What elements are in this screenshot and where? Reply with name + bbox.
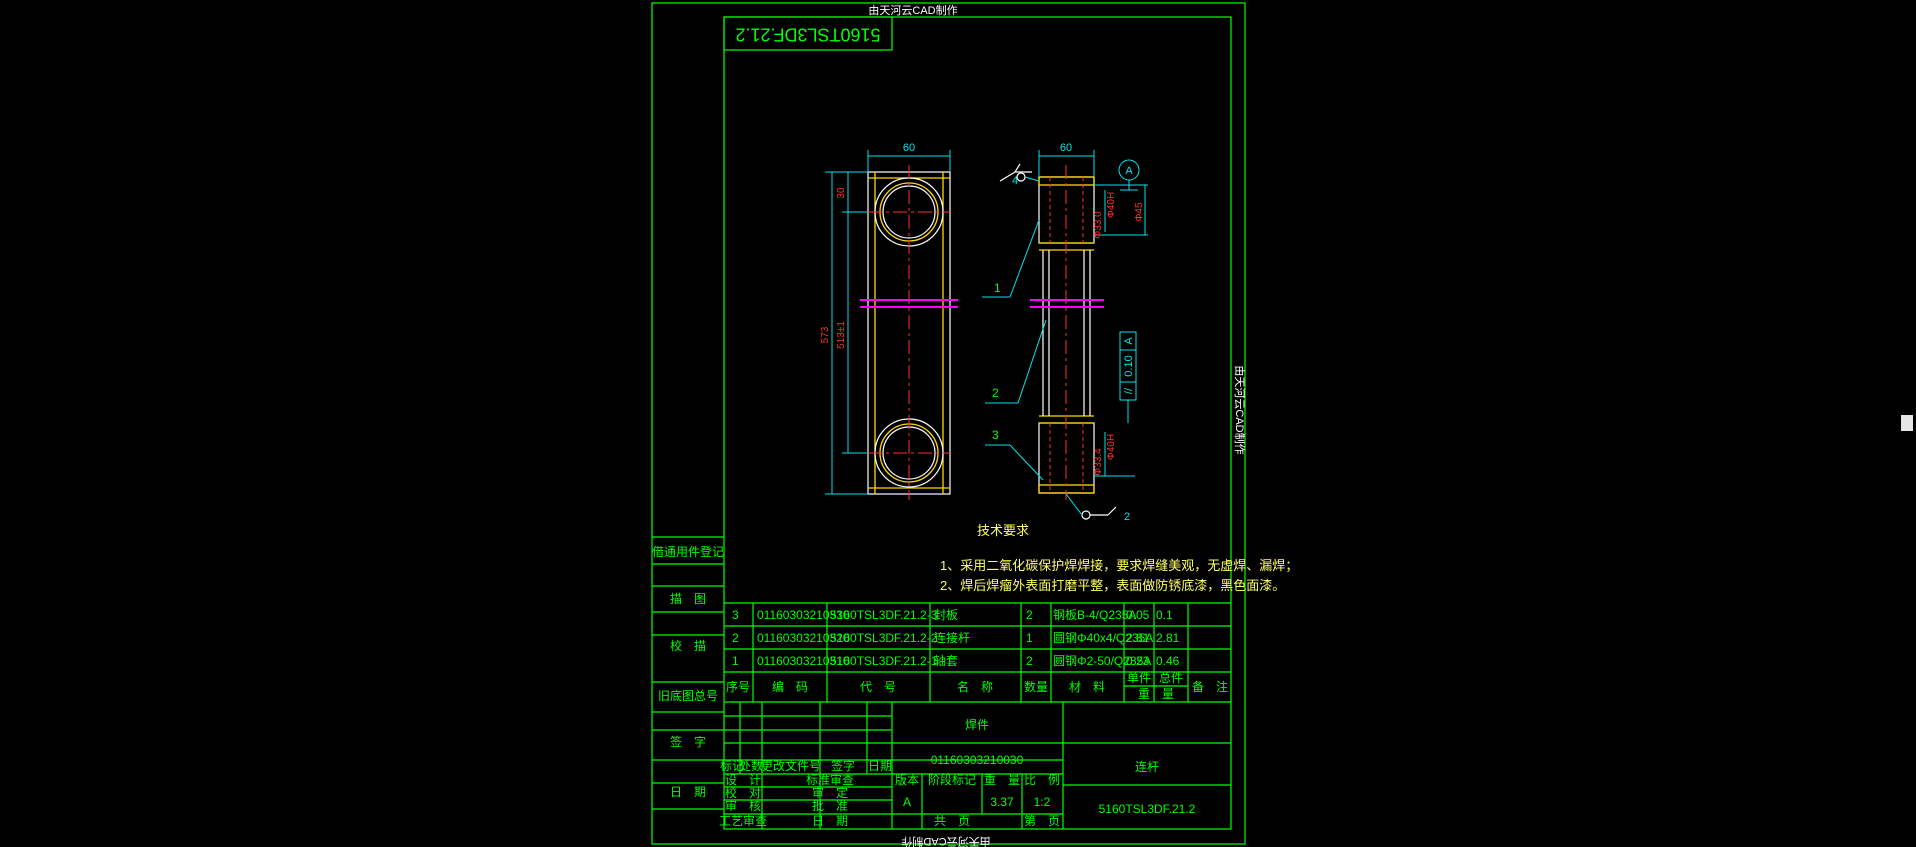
bom-header: 代 号 [860, 680, 896, 694]
bom-cell: 0.46 [1156, 654, 1180, 668]
bom-cell: 5160TSL3DF.21.2-3 [830, 608, 938, 622]
cad-drawing-canvas[interactable]: .g { stroke:#00ff00; fill:none; stroke-w… [0, 0, 1916, 847]
dim-dia40-bottom: Φ40H [1106, 434, 1117, 460]
bom-header: 名 称 [957, 679, 993, 694]
bom-header: 备 注 [1192, 679, 1228, 694]
role-label: 校 对 [725, 785, 761, 800]
part-name: 连杆 [1135, 759, 1159, 774]
role-label: 批 准 [812, 798, 848, 813]
title-block: 标记 处数 更改文件号 签字 日期 设 计 校 对 审 核 工艺审查 标准审查 … [719, 702, 1231, 829]
bom-cell: 2.81 [1156, 631, 1180, 645]
dim-width-side: 60 [1060, 142, 1072, 154]
label-reg: 借通用件登记 [652, 544, 724, 559]
label-check: 校 描 [670, 638, 706, 653]
label-old-no: 旧底图总号 [658, 688, 718, 703]
datum-label: A [1125, 165, 1133, 177]
bom-header: 编 码 [772, 679, 808, 694]
tech-req-title: 技术要求 [977, 523, 1029, 538]
dim-573: 573 [820, 326, 831, 343]
bom-cell: 2 [1026, 608, 1033, 622]
bom-header: 材 料 [1069, 680, 1105, 694]
mark-label: 更改文件号 [761, 758, 821, 773]
bom-header: 单件 [1127, 671, 1151, 685]
bom-rows: 3 01160303210330 5160TSL3DF.21.2-3 封板 2 … [726, 608, 1228, 701]
bom-cell: 连接杆 [934, 630, 970, 645]
role-label: 设 计 [725, 773, 761, 787]
scrollbar-thumb[interactable] [1901, 415, 1913, 431]
phase-header: 比 例 [1024, 773, 1060, 787]
drawing-number: 5160TSL3DF.21.2 [1099, 802, 1196, 816]
vertical-scrollbar[interactable] [1898, 0, 1916, 847]
bom-cell: 5160TSL3DF.21.2-2 [830, 631, 938, 645]
drawing-code-mirrored: 5160TSL3DF.21.2 [735, 24, 880, 44]
mark-label: 签字 [831, 758, 855, 773]
bom-cell: 5160TSL3DF.21.2-1 [830, 654, 938, 668]
dim-dia334: Φ33.4 [1093, 448, 1104, 476]
dim-dia45: Φ45 [1134, 202, 1145, 222]
bom-cell: 轴套 [934, 653, 958, 668]
scale-value: 1:2 [1034, 795, 1051, 809]
dim-30: 30 [836, 187, 847, 199]
role-label: 工艺审查 [719, 813, 767, 828]
weld-symbol-bottom-num: 2 [1124, 511, 1130, 523]
sheet-frame [651, 2, 1246, 845]
dim-dia330: Φ33.0 [1093, 211, 1104, 239]
role-label: 日 期 [812, 814, 848, 828]
sheets-total: 共 页 [934, 814, 970, 828]
tech-req-item-2: 2、焊后焊瘤外表面打磨平整，表面做防锈底漆，黑色面漆。 [940, 578, 1285, 593]
phase-header: 版本 [895, 773, 919, 787]
bom-cell: 0.1 [1156, 608, 1173, 622]
mark-label: 处数 [739, 758, 763, 773]
side-view: 60 A Φ45 Φ40H Φ33.0 Φ40H Φ33.4 0.10 A //… [982, 142, 1148, 523]
bom-cell: 0.23 [1126, 654, 1150, 668]
bom-cell: 0.05 [1126, 608, 1150, 622]
watermark-bottom: 由天河云CAD制作 [901, 835, 990, 847]
bom-cell: 2.81 [1126, 631, 1150, 645]
bom-cell: 2 [732, 631, 739, 645]
tol-value: 0.10 [1123, 355, 1135, 376]
label-trace: 描 图 [670, 592, 706, 606]
version-value: A [903, 795, 911, 809]
bom-header: 序号 [726, 679, 750, 694]
dim-width-front: 60 [903, 142, 915, 154]
callout-1: 1 [994, 281, 1001, 295]
callout-2: 2 [992, 386, 999, 400]
mark-label: 日期 [868, 759, 892, 773]
weight-value: 3.37 [990, 795, 1014, 809]
part-type: 焊件 [965, 717, 989, 732]
dim-513: 513±1 [836, 321, 847, 349]
front-view: 60 573 513±1 30 [820, 142, 958, 500]
bom-header: 数量 [1024, 679, 1048, 694]
label-date: 日 期 [670, 785, 706, 799]
bom-cell: 1 [1026, 631, 1033, 645]
tech-req-item-1: 1、采用二氧化碳保护焊焊接，要求焊缝美观，无虚焊、漏焊； [940, 558, 1298, 574]
table-row: 1 01160303210310 5160TSL3DF.21.2-1 轴套 2 … [732, 653, 1180, 668]
sheet-number: 第 页 [1024, 814, 1060, 828]
bom-cell: 封板 [934, 608, 958, 622]
table-row: 3 01160303210330 5160TSL3DF.21.2-3 封板 2 … [732, 608, 1173, 622]
part-code: 01160303210030 [931, 753, 1024, 767]
phase-header: 重 量 [984, 773, 1020, 787]
watermark-right: 由天河云CAD制作 [1233, 365, 1247, 454]
phase-header: 阶段标记 [928, 772, 976, 787]
bom-cell: 1 [732, 654, 739, 668]
role-label: 审 定 [812, 785, 848, 800]
tol-datum: A [1123, 337, 1135, 345]
bom-cell: 2 [1026, 654, 1033, 668]
tol-symbol: // [1123, 387, 1135, 394]
watermark-top: 由天河云CAD制作 [868, 3, 957, 17]
label-sign: 签 字 [670, 734, 706, 749]
table-row: 2 01160303210320 5160TSL3DF.21.2-2 连接杆 1… [732, 630, 1180, 645]
bom-cell: 3 [732, 608, 739, 622]
role-label: 标准审查 [806, 772, 854, 787]
callout-3: 3 [992, 428, 999, 442]
role-label: 审 核 [725, 798, 761, 813]
dim-dia40-top: Φ40H [1106, 192, 1117, 218]
bom-cell: 钢板B-4/Q235A [1053, 608, 1136, 622]
bom-header: 总件 [1159, 671, 1183, 685]
left-strip: 借通用件登记 描 图 校 描 旧底图总号 签 字 日 期 [652, 536, 724, 810]
drawing-code-mirrored-box: 5160TSL3DF.21.2 [723, 16, 893, 51]
bom-header: 重 量 [1138, 687, 1174, 701]
